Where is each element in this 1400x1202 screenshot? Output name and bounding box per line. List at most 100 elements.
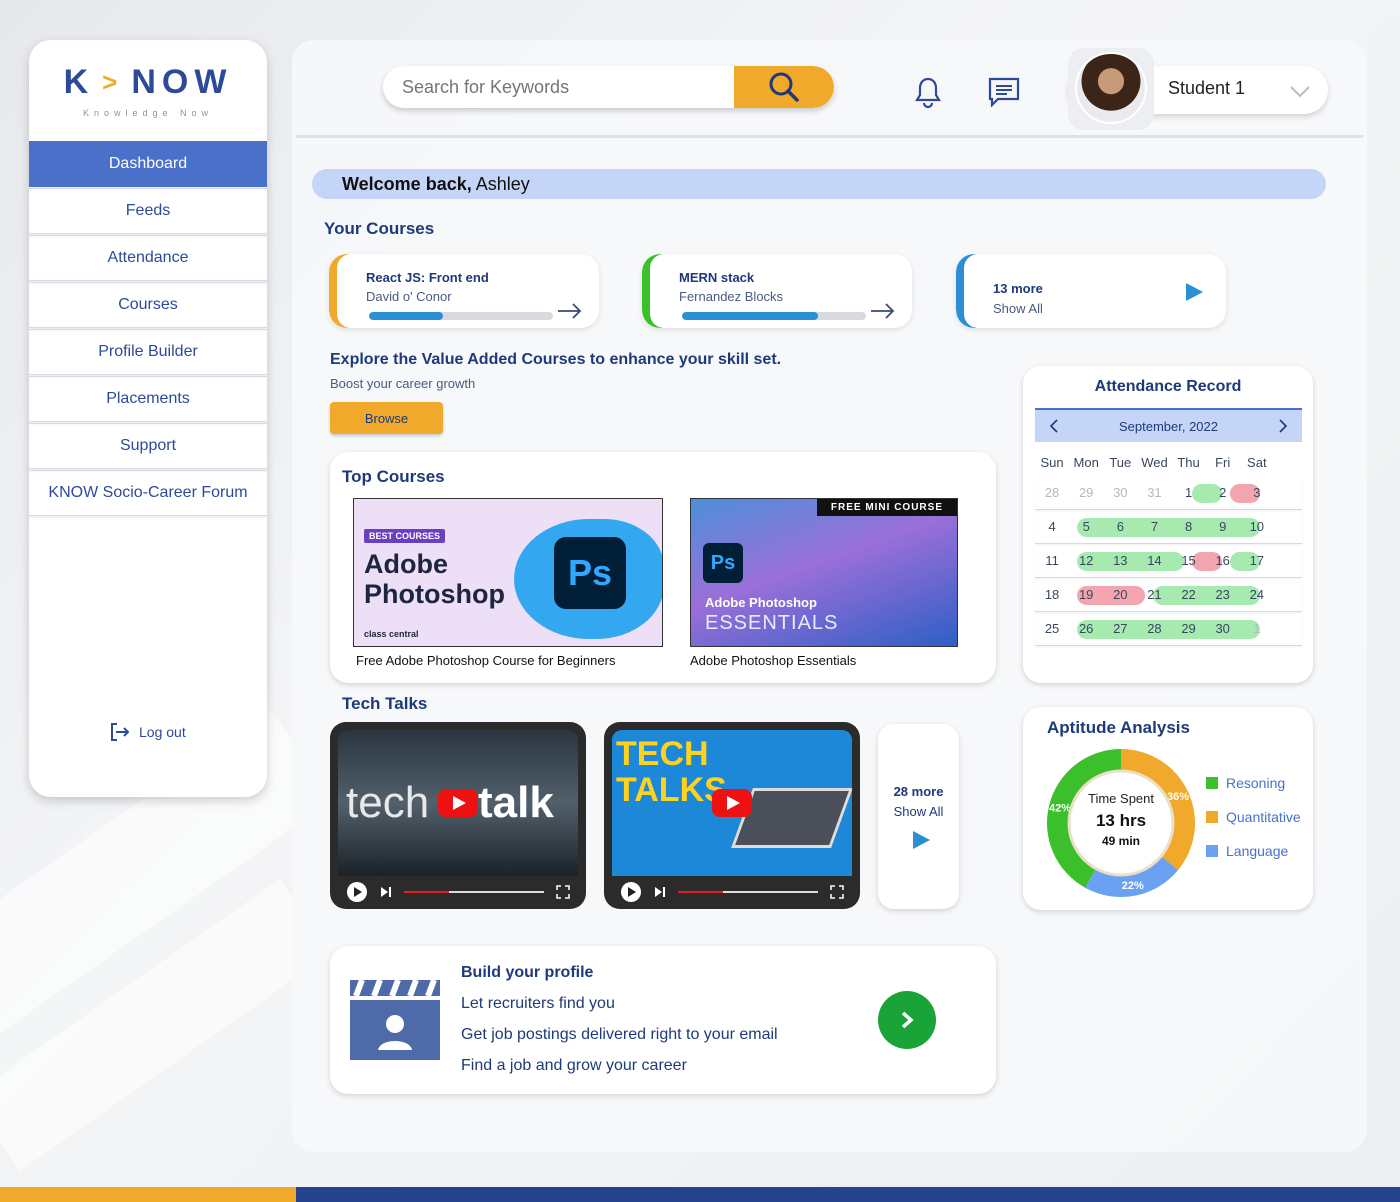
logo: K > NOW Knowledge Now <box>29 40 267 141</box>
arrow-right-icon[interactable] <box>557 302 583 320</box>
search-input[interactable] <box>383 66 733 108</box>
more-courses-card[interactable]: 13 more Show All <box>956 254 1226 328</box>
sidebar-item-profile-builder[interactable]: Profile Builder <box>29 329 267 375</box>
course-card[interactable]: React JS: Front end David o' Conor <box>329 254 599 328</box>
calendar-day[interactable]: 22 <box>1172 587 1206 602</box>
calendar-day[interactable]: 3 <box>1240 485 1274 500</box>
start-profile-button[interactable] <box>878 991 936 1049</box>
welcome-prefix: Welcome back, <box>342 174 472 194</box>
calendar-day[interactable]: 19 <box>1069 587 1103 602</box>
calendar-day[interactable]: 10 <box>1240 519 1274 534</box>
video-player[interactable]: TECH TALKS <box>604 722 860 909</box>
fullscreen-icon[interactable] <box>556 885 570 899</box>
calendar-day[interactable]: 18 <box>1035 587 1069 602</box>
browse-button[interactable]: Browse <box>330 402 443 434</box>
sidebar-item-placements[interactable]: Placements <box>29 376 267 422</box>
donut-segment-label: 22% <box>1122 880 1144 892</box>
bell-icon <box>915 77 941 108</box>
calendar-day[interactable]: 26 <box>1069 621 1103 636</box>
calendar-day[interactable]: 24 <box>1240 587 1274 602</box>
calendar-day[interactable]: 20 <box>1103 587 1137 602</box>
chevron-right-icon[interactable] <box>1278 419 1288 433</box>
video-progress[interactable] <box>678 891 818 893</box>
sidebar-item-know-socio-career-forum[interactable]: KNOW Socio-Career Forum <box>29 470 267 516</box>
sidebar-item-attendance[interactable]: Attendance <box>29 235 267 281</box>
calendar-day[interactable]: 11 <box>1035 553 1069 568</box>
course-caption[interactable]: Adobe Photoshop Essentials <box>690 653 856 668</box>
course-caption[interactable]: Free Adobe Photoshop Course for Beginner… <box>356 653 615 668</box>
calendar-day[interactable]: 30 <box>1206 621 1240 636</box>
calendar-day[interactable]: 12 <box>1069 553 1103 568</box>
sidebar-item-support[interactable]: Support <box>29 423 267 469</box>
welcome-banner: Welcome back, Ashley <box>312 169 1326 199</box>
show-all-link[interactable]: Show All <box>993 301 1043 316</box>
course-thumbnail[interactable]: FREE MINI COURSE Ps Adobe Photoshop ESSE… <box>690 498 958 647</box>
legend-item: Quantitative <box>1206 809 1301 825</box>
calendar-day[interactable]: 27 <box>1103 621 1137 636</box>
arrow-right-icon[interactable] <box>870 302 896 320</box>
fullscreen-icon[interactable] <box>830 885 844 899</box>
notification-button[interactable] <box>912 76 944 108</box>
calendar-day[interactable]: 28 <box>1035 485 1069 500</box>
calendar-day[interactable]: 14 <box>1137 553 1171 568</box>
calendar-day[interactable]: 16 <box>1206 553 1240 568</box>
calendar-day[interactable]: 29 <box>1069 485 1103 500</box>
messages-button[interactable] <box>988 76 1020 108</box>
logo-arrow-icon: > <box>102 67 124 97</box>
calendar-day[interactable]: 9 <box>1206 519 1240 534</box>
video-progress[interactable] <box>404 891 544 893</box>
skip-next-icon[interactable] <box>380 886 392 898</box>
calendar-day[interactable]: 13 <box>1103 553 1137 568</box>
skip-next-icon[interactable] <box>654 886 666 898</box>
chevron-left-icon[interactable] <box>1049 419 1059 433</box>
logout-icon <box>111 723 130 741</box>
video-progress-played <box>678 891 723 893</box>
sidebar-item-dashboard[interactable]: Dashboard <box>29 141 267 187</box>
profile-clapper-icon <box>350 978 440 1060</box>
calendar-day[interactable]: 31 <box>1137 485 1171 500</box>
calendar-day[interactable]: 30 <box>1103 485 1137 500</box>
calendar-day[interactable]: 21 <box>1137 587 1171 602</box>
play-icon[interactable] <box>911 830 931 850</box>
calendar-day[interactable]: 2 <box>1206 485 1240 500</box>
calendar-day[interactable]: 29 <box>1172 621 1206 636</box>
calendar-day[interactable]: 15 <box>1172 553 1206 568</box>
play-icon[interactable] <box>1184 282 1204 302</box>
thumbnail-heading-line: Photoshop <box>364 579 505 609</box>
sidebar-nav: Dashboard Feeds Attendance Courses Profile B… <box>29 141 267 516</box>
free-mini-course-banner: FREE MINI COURSE <box>816 499 957 516</box>
play-icon[interactable] <box>438 789 478 817</box>
weekday-label: Thu <box>1177 454 1200 470</box>
build-profile-card: Build your profile Let recruiters find y… <box>330 946 996 1094</box>
video-overlay-text: TALKS <box>616 771 727 809</box>
course-card[interactable]: MERN stack Fernandez Blocks <box>642 254 912 328</box>
calendar-day[interactable]: 4 <box>1035 519 1069 534</box>
search-button[interactable] <box>734 66 834 108</box>
calendar-day[interactable]: 1 <box>1172 485 1206 500</box>
calendar-day[interactable]: 17 <box>1240 553 1274 568</box>
play-circle-icon[interactable] <box>346 881 368 903</box>
show-all-link[interactable]: Show All <box>878 804 959 819</box>
calendar-day[interactable]: 7 <box>1137 519 1171 534</box>
chevron-down-icon[interactable] <box>1290 85 1310 103</box>
logout-button[interactable]: Log out <box>109 722 186 742</box>
tech-talks-title: Tech Talks <box>342 694 428 713</box>
more-talks-card[interactable]: 28 more Show All <box>878 724 959 909</box>
sidebar-item-feeds[interactable]: Feeds <box>29 188 267 234</box>
calendar-day[interactable]: 6 <box>1103 519 1137 534</box>
profile-benefit: Get job postings delivered right to your… <box>461 1026 778 1043</box>
calendar-week-row: 18 19 20 21 22 23 24 <box>1035 578 1302 612</box>
calendar-day[interactable]: 28 <box>1137 621 1171 636</box>
calendar-day[interactable]: 5 <box>1069 519 1103 534</box>
calendar-day[interactable]: 1 <box>1240 621 1274 636</box>
play-circle-icon[interactable] <box>620 881 642 903</box>
play-icon[interactable] <box>712 789 752 817</box>
course-thumbnail[interactable]: BEST COURSES Adobe Photoshop Ps class ce… <box>353 498 663 647</box>
course-progress <box>682 312 866 320</box>
video-player[interactable]: tech talk <box>330 722 586 909</box>
calendar-day[interactable]: 8 <box>1172 519 1206 534</box>
calendar-day[interactable]: 23 <box>1206 587 1240 602</box>
sidebar-item-courses[interactable]: Courses <box>29 282 267 328</box>
calendar-day[interactable]: 25 <box>1035 621 1069 636</box>
avatar[interactable] <box>1075 52 1147 124</box>
